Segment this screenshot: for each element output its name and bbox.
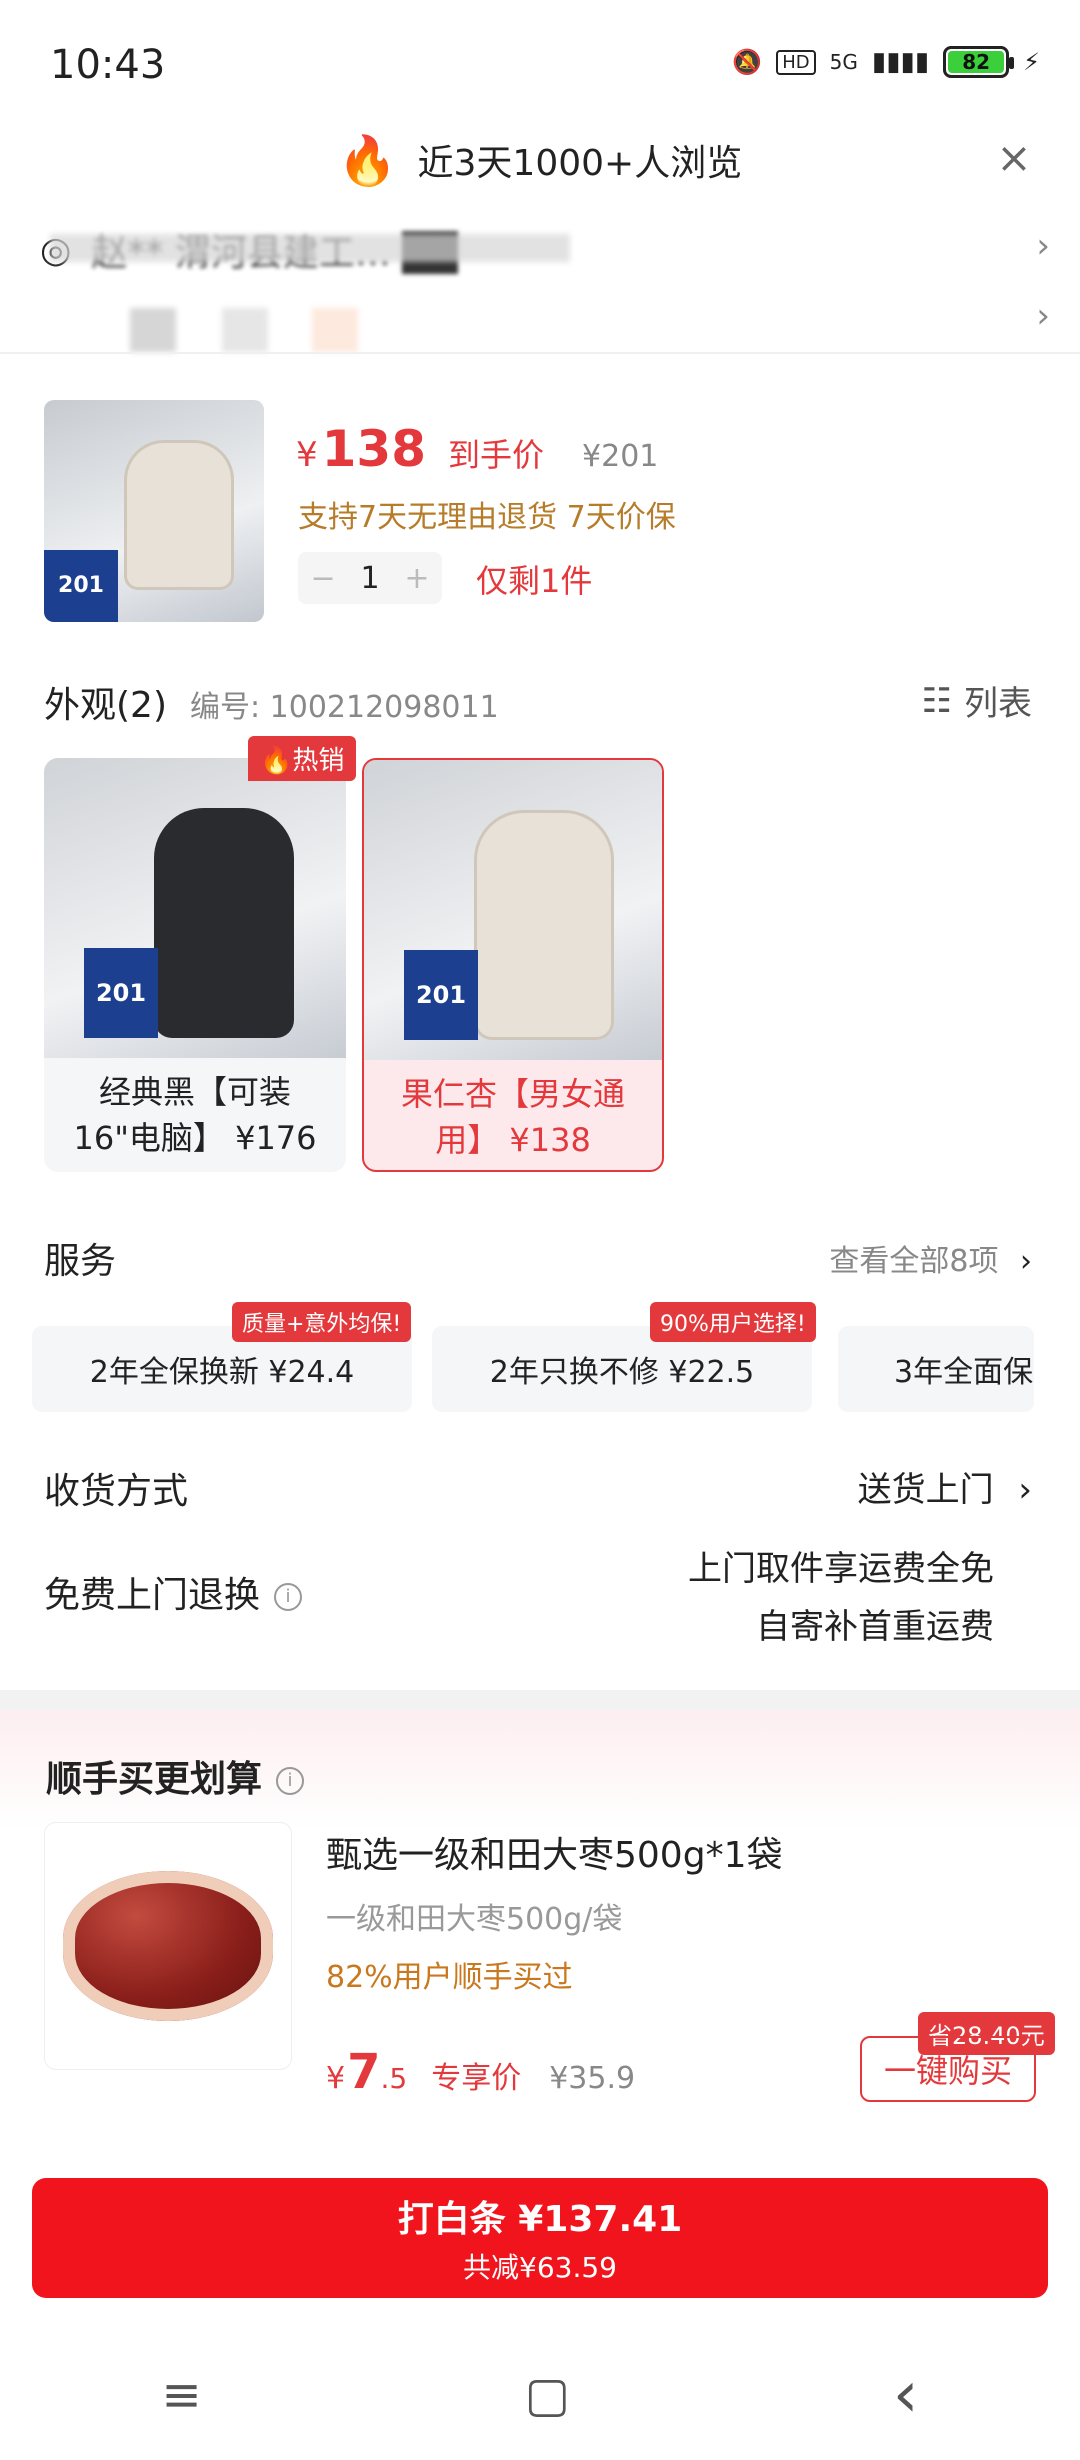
address-mask [50,234,570,262]
address-chevron-icon: › [1036,226,1050,266]
info-icon[interactable]: i [276,1767,305,1795]
upsell-title: 顺手买更划算 i [46,1750,305,1802]
fire-icon: 🔥 [337,132,398,189]
menu-icon[interactable]: ≡ [161,2367,201,2423]
service-badge: 质量+意外均保! [232,1302,412,1342]
battery-icon: 82 [943,46,1015,78]
product-thumbnail[interactable]: 201 [44,400,264,622]
mask-block [222,308,268,352]
price-sticker: 201 [84,948,158,1038]
signal-icon: ▮▮▮▮ [871,47,930,77]
list-icon: ☷ [921,680,952,721]
delivery-option[interactable]: 送货上门 › [858,1462,1032,1511]
system-nav-bar: ≡ ▢ ‹ [0,2330,1080,2460]
service-option[interactable]: 3年全面保 [838,1326,1034,1412]
price-label: 到手价 [448,436,545,474]
back-icon[interactable]: ‹ [893,2358,919,2432]
return-policy: 支持7天无理由退货 7天价保 [298,500,676,535]
backpack-image [474,810,614,1040]
quantity-value[interactable]: 1 [360,561,379,596]
home-icon[interactable]: ▢ [525,2367,570,2423]
mask-block [312,308,358,352]
minus-button[interactable]: − [310,561,335,596]
variant-label: 经典黑【可装16"电脑】 ¥176 [73,1073,317,1157]
upsell-buyers-text: 82%用户顺手买过 [326,1960,573,1995]
coupon-chevron-icon[interactable]: › [1036,296,1050,336]
info-icon[interactable]: i [274,1583,303,1611]
variant-label: 果仁杏【男女通用】 ¥138 [400,1075,625,1159]
upsell-product-spec: 一级和田大枣500g/袋 [326,1902,623,1937]
hot-sale-badge: 🔥热销 [248,736,357,781]
section-gap [0,1690,1080,1710]
battery-level: 82 [948,50,1005,74]
variant-image: 201 [44,758,346,1058]
original-price: ¥201 [582,439,659,474]
quantity-stepper[interactable]: − 1 + [298,552,442,604]
one-click-buy-button[interactable]: 一键购买 [860,2036,1036,2102]
backpack-image [124,440,234,590]
plus-button[interactable]: + [404,561,429,596]
delivery-label: 收货方式 [44,1471,189,1512]
status-icons: 🔕 HD 5G ▮▮▮▮ 82 ⚡ [732,46,1040,78]
variant-black[interactable]: 201 经典黑【可装16"电脑】 ¥176 [44,758,346,1172]
upsell-price: ¥ 7 .5 专享价 ¥35.9 [326,2044,636,2100]
hd-icon: HD [776,49,816,75]
date-fruit-image [63,1871,273,2021]
upsell-product-name[interactable]: 甄选一级和田大枣500g*1袋 [326,1826,782,1878]
mute-icon: 🔕 [732,48,763,76]
services-title: 服务 [44,1241,117,1282]
free-return-detail: 上门取件享运费全免 自寄补首重运费 [688,1549,994,1647]
services-more-link[interactable]: 查看全部8项 › [829,1236,1032,1280]
variant-image: 201 [364,760,662,1060]
variant-apricot[interactable]: 201 果仁杏【男女通用】 ¥138 [362,758,664,1172]
appearance-title: 外观(2) [44,685,167,726]
close-icon[interactable]: × [994,137,1034,179]
popularity-banner: 🔥 近3天1000+人浏览 [0,120,1080,200]
chevron-right-icon: › [1020,1244,1032,1279]
mask-block [130,308,176,352]
charging-icon: ⚡ [1023,48,1040,76]
backpack-image [154,808,294,1038]
divider [0,352,1080,354]
price-sticker: 201 [44,550,118,622]
chevron-right-icon: › [1018,1470,1032,1510]
popularity-text: 近3天1000+人浏览 [417,143,743,184]
free-return-label: 免费上门退换 i [44,1566,303,1618]
network-label: 5G [829,50,858,74]
price-value: 138 [321,420,427,478]
stock-text: 仅剩1件 [476,562,593,600]
status-time: 10:43 [50,42,166,88]
product-code: 编号: 100212098011 [190,690,499,725]
product-price: ¥ 138 到手价 ¥201 [296,420,659,478]
price-sticker: 201 [404,950,478,1040]
upsell-product-image[interactable] [44,1822,292,2070]
baitiao-pay-button[interactable]: 打白条 ¥137.41 共减¥63.59 [32,2178,1048,2298]
list-view-button[interactable]: ☷ 列表 [922,676,1032,725]
service-badge: 90%用户选择! [650,1302,816,1342]
